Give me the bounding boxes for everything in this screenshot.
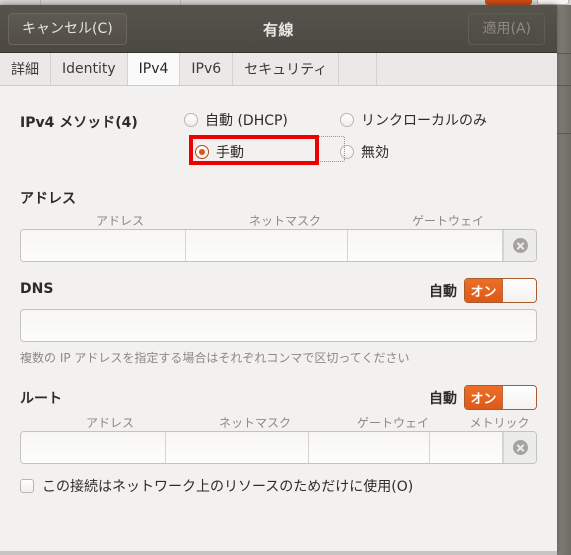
addresses-title: アドレス xyxy=(20,191,76,207)
dns-auto-toggle[interactable]: オン xyxy=(464,278,537,303)
column-header-address: アドレス xyxy=(95,214,144,228)
tab-ipv4[interactable]: IPv4 xyxy=(127,53,181,85)
dns-auto-toggle-wrap: 自動 オン xyxy=(429,278,537,303)
delete-address-row-button[interactable] xyxy=(503,230,536,261)
toggle-knob xyxy=(502,386,536,409)
ipv4-panel: IPv4 メソッド(4) 自動 (DHCP) 手動 リンクローカルのみ 無効 ア… xyxy=(0,104,557,555)
dialog-titlebar: キャンセル(C) 有線 適用(A) xyxy=(0,5,557,53)
checkbox-icon[interactable] xyxy=(20,479,34,493)
dns-section: DNS 自動 オン 複数の IP アドレスを指定する場合はそれぞれコンマで区切っ… xyxy=(20,278,537,366)
focus-outline xyxy=(189,136,345,162)
routes-section: ルート 自動 オン アドレス ネットマスク ゲートウェイ メトリック xyxy=(20,385,537,464)
ipv4-method-label: IPv4 メソッド(4) xyxy=(20,115,138,131)
tab-ipv6[interactable]: IPv6 xyxy=(180,53,234,85)
restrict-connection-checkbox-row[interactable]: この接続はネットワーク上のリソースのためだけに使用(O) xyxy=(20,476,537,496)
network-settings-dialog: キャンセル(C) 有線 適用(A) 詳細 Identity IPv4 IPv6 … xyxy=(0,5,557,555)
column-header-address: アドレス xyxy=(85,416,134,430)
delete-circle-x-icon xyxy=(512,440,528,455)
radio-circle-icon xyxy=(184,113,198,127)
dns-hint-text: 複数の IP アドレスを指定する場合はそれぞれコンマで区切ってください xyxy=(20,351,410,365)
address-input[interactable] xyxy=(21,230,186,261)
apply-button[interactable]: 適用(A) xyxy=(468,13,545,45)
routes-header: ルート 自動 オン xyxy=(20,385,537,410)
column-header-metric: メトリック xyxy=(469,416,530,430)
column-header-gateway: ゲートウェイ xyxy=(356,416,429,430)
route-gateway-input[interactable] xyxy=(309,432,430,463)
tab-bar-filler xyxy=(339,53,377,85)
route-row xyxy=(20,431,537,464)
addresses-section: アドレス アドレス ネットマスク ゲートウェイ xyxy=(20,188,537,262)
addresses-column-headers: アドレス ネットマスク ゲートウェイ xyxy=(20,212,537,229)
address-row xyxy=(20,229,537,262)
tab-details[interactable]: 詳細 xyxy=(0,53,51,85)
tab-bar-tail xyxy=(377,53,557,85)
toggle-on-label: オン xyxy=(465,386,502,409)
toggle-knob xyxy=(502,279,536,302)
screen: キャンセル(C) 有線 適用(A) 詳細 Identity IPv4 IPv6 … xyxy=(0,0,571,555)
tab-bar: 詳細 Identity IPv4 IPv6 セキュリティ xyxy=(0,53,557,86)
column-header-netmask: ネットマスク xyxy=(248,214,321,228)
dns-auto-label: 自動 xyxy=(429,283,457,300)
tab-security[interactable]: セキュリティ xyxy=(233,53,340,85)
radio-automatic-dhcp[interactable]: 自動 (DHCP) xyxy=(184,110,288,130)
restrict-connection-label: この接続はネットワーク上のリソースのためだけに使用(O) xyxy=(42,479,414,495)
route-netmask-input[interactable] xyxy=(166,432,309,463)
routes-auto-toggle-wrap: 自動 オン xyxy=(429,385,537,410)
netmask-input[interactable] xyxy=(186,230,348,261)
radio-link-local-only[interactable]: リンクローカルのみ xyxy=(340,110,487,130)
ipv4-method-group: IPv4 メソッド(4) 自動 (DHCP) 手動 リンクローカルのみ 無効 xyxy=(20,104,537,174)
dns-servers-input[interactable] xyxy=(20,309,537,342)
radio-circle-icon xyxy=(340,113,354,127)
radio-label: 無効 xyxy=(361,145,389,161)
radio-label: リンクローカルのみ xyxy=(361,113,487,129)
routes-auto-toggle[interactable]: オン xyxy=(464,385,537,410)
dns-header: DNS 自動 オン xyxy=(20,278,537,303)
desktop-background-gutter xyxy=(557,5,571,555)
routes-auto-label: 自動 xyxy=(429,390,457,407)
delete-route-row-button[interactable] xyxy=(503,432,536,463)
toggle-on-label: オン xyxy=(465,279,502,302)
gateway-input[interactable] xyxy=(348,230,503,261)
routes-column-headers: アドレス ネットマスク ゲートウェイ メトリック xyxy=(20,414,537,431)
route-metric-input[interactable] xyxy=(430,432,503,463)
column-header-netmask: ネットマスク xyxy=(218,416,291,430)
column-header-gateway: ゲートウェイ xyxy=(411,214,484,228)
radio-label: 自動 (DHCP) xyxy=(205,113,288,129)
route-address-input[interactable] xyxy=(21,432,166,463)
tab-identity[interactable]: Identity xyxy=(51,53,128,85)
delete-circle-x-icon xyxy=(512,238,528,253)
radio-disable[interactable]: 無効 xyxy=(340,142,389,162)
